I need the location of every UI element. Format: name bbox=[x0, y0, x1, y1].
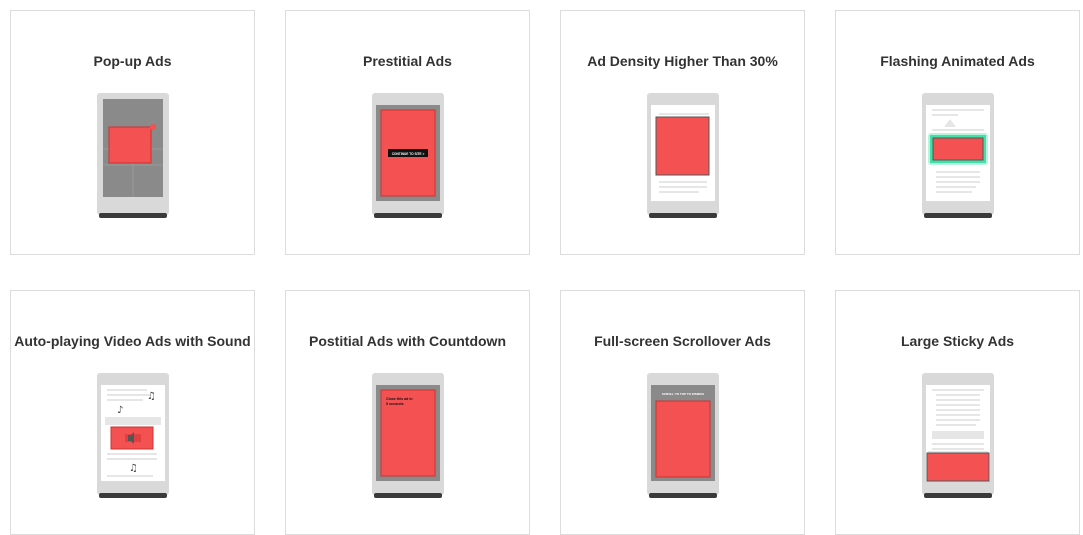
ad-density-illustration bbox=[647, 93, 719, 219]
card-scrollover-ads[interactable]: Full-screen Scrollover Ads SCROLL TO TOP… bbox=[560, 290, 805, 535]
music-note-icon: ♪ bbox=[117, 405, 123, 416]
card-title: Prestitial Ads bbox=[363, 53, 452, 69]
card-ad-density[interactable]: Ad Density Higher Than 30% bbox=[560, 10, 805, 255]
countdown-text-line1: Close this ad in bbox=[386, 397, 413, 401]
sticky-ad-illustration bbox=[922, 373, 994, 499]
card-title: Postitial Ads with Countdown bbox=[308, 333, 507, 349]
autoplay-video-ad-illustration: ♫ ♪ ♫ bbox=[97, 373, 169, 499]
scrollover-ad-illustration: SCROLL TO TOP TO DISMISS bbox=[647, 373, 719, 499]
card-title: Pop-up Ads bbox=[93, 53, 172, 69]
popup-ad-illustration bbox=[97, 93, 169, 219]
card-title: Full-screen Scrollover Ads bbox=[594, 333, 771, 349]
card-postitial-ads[interactable]: Postitial Ads with Countdown Close this … bbox=[285, 290, 530, 535]
countdown-text-line2: 5 seconds bbox=[386, 402, 404, 406]
card-large-sticky-ads[interactable]: Large Sticky Ads bbox=[835, 290, 1080, 535]
card-title: Auto-playing Video Ads with Sound bbox=[14, 333, 251, 349]
card-flashing-ads[interactable]: Flashing Animated Ads bbox=[835, 10, 1080, 255]
flashing-ad-illustration bbox=[922, 93, 994, 219]
prestitial-ad-text: CONTINUE TO SITE > bbox=[392, 152, 425, 156]
prestitial-ad-illustration: CONTINUE TO SITE > bbox=[372, 93, 444, 219]
card-prestitial-ads[interactable]: Prestitial Ads CONTINUE TO SITE > bbox=[285, 10, 530, 255]
postitial-ad-illustration: Close this ad in 5 seconds bbox=[372, 373, 444, 499]
card-autoplay-video-ads[interactable]: Auto-playing Video Ads with Sound ♫ ♪ ♫ bbox=[10, 290, 255, 535]
music-note-icon: ♫ bbox=[129, 463, 138, 474]
ad-types-grid: Pop-up Ads Prestitial Ads CONTINUE TO SI… bbox=[0, 0, 1083, 535]
scrollover-ad-text: SCROLL TO TOP TO DISMISS bbox=[662, 392, 704, 396]
music-note-icon: ♫ bbox=[147, 391, 156, 402]
card-title: Ad Density Higher Than 30% bbox=[587, 53, 778, 69]
card-popup-ads[interactable]: Pop-up Ads bbox=[10, 10, 255, 255]
card-title: Large Sticky Ads bbox=[900, 333, 1015, 349]
card-title: Flashing Animated Ads bbox=[880, 53, 1035, 69]
